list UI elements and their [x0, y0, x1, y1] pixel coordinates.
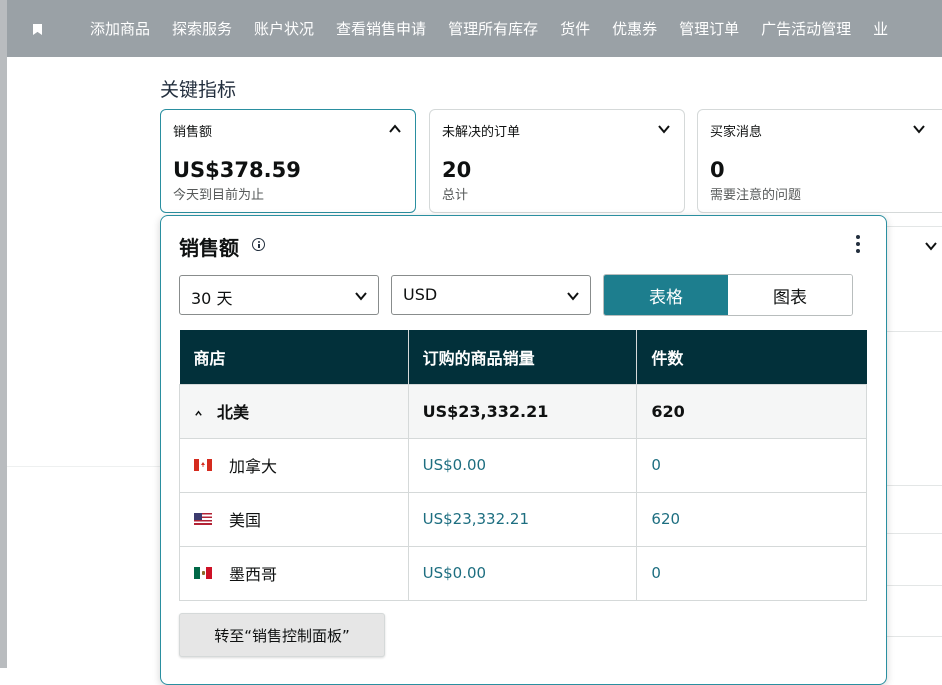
sales-value[interactable]: US$0.00: [407, 437, 638, 493]
divider: [887, 636, 942, 637]
table-row: 加拿大 US$0.00 0: [179, 437, 867, 493]
country-name: 美国: [229, 511, 262, 530]
metric-card-label: 买家消息: [710, 125, 763, 140]
units-value[interactable]: 0: [636, 437, 867, 493]
nav-item-manage-orders[interactable]: 管理订单: [679, 19, 739, 39]
column-header-store: 商店: [179, 330, 409, 384]
sales-popover: 销售额 30 天 USD 表格 图表 商店 订购的商品销量 件数 北美 US$2…: [160, 215, 887, 685]
nav-item-manage-inventory[interactable]: 管理所有库存: [448, 19, 538, 39]
sales-value[interactable]: US$0.00: [407, 545, 638, 601]
nav-item-shipments[interactable]: 货件: [560, 19, 590, 39]
country-cell: 加拿大: [179, 437, 409, 493]
divider: [887, 533, 942, 534]
nav-items: 添加商品 探索服务 账户状况 查看销售申请 管理所有库存 货件 优惠券 管理订单…: [90, 19, 910, 39]
units-value[interactable]: 0: [636, 545, 867, 601]
metric-card-value: 20: [442, 158, 472, 182]
sales-table: 商店 订购的商品销量 件数 北美 US$23,332.21 620 加拿大 US…: [179, 330, 867, 601]
bookmark-icon[interactable]: [33, 24, 42, 35]
column-header-units: 件数: [636, 330, 867, 384]
date-range-value: 30 天: [191, 289, 233, 308]
table-header-row: 商店 订购的商品销量 件数: [179, 330, 867, 384]
country-name: 墨西哥: [229, 565, 278, 584]
metric-card-sub: 今天到目前为止: [173, 188, 265, 203]
group-units: 620: [636, 383, 867, 439]
popover-title: 销售额: [179, 236, 239, 260]
table-row: 墨西哥 US$0.00 0: [179, 545, 867, 601]
country-cell: 墨西哥: [179, 545, 409, 601]
currency-value: USD: [403, 285, 438, 304]
metric-card-partial[interactable]: [884, 226, 942, 332]
metric-card-sub: 需要注意的问题: [710, 188, 802, 203]
divider: [7, 466, 160, 467]
units-value[interactable]: 620: [636, 491, 867, 547]
chevron-down-icon: [355, 292, 367, 301]
nav-item-sales-applications[interactable]: 查看销售申请: [336, 19, 426, 39]
canada-flag-icon: [194, 459, 212, 471]
view-toggle: 表格 图表: [603, 274, 853, 316]
nav-item-campaign-manager[interactable]: 广告活动管理: [761, 19, 851, 39]
us-flag-icon: [194, 513, 212, 525]
mexico-flag-icon: [194, 567, 212, 579]
metric-card-open-orders[interactable]: 未解决的订单 20 总计: [429, 109, 685, 213]
info-icon[interactable]: [252, 238, 265, 251]
key-metrics-title: 关键指标: [160, 79, 237, 101]
nav-item-add-product[interactable]: 添加商品: [90, 19, 150, 39]
table-row-group[interactable]: 北美 US$23,332.21 620: [179, 383, 867, 439]
nav-item-explore-services[interactable]: 探索服务: [172, 19, 232, 39]
country-name: 加拿大: [229, 457, 278, 476]
nav-item-coupons[interactable]: 优惠券: [612, 19, 657, 39]
metric-card-value: 0: [710, 158, 725, 182]
group-sales: US$23,332.21: [407, 383, 638, 439]
chevron-down-icon[interactable]: [657, 122, 671, 136]
left-edge: [0, 0, 7, 668]
chevron-down-icon[interactable]: [924, 239, 938, 253]
table-row: 美国 US$23,332.21 620: [179, 491, 867, 547]
top-navigation-bar: 添加商品 探索服务 账户状况 查看销售申请 管理所有库存 货件 优惠券 管理订单…: [7, 0, 942, 57]
country-cell: 美国: [179, 491, 409, 547]
metric-card-buyer-messages[interactable]: 买家消息 0 需要注意的问题: [697, 109, 942, 213]
chevron-down-icon: [567, 292, 579, 301]
currency-select[interactable]: USD: [391, 275, 591, 315]
nav-item-truncated[interactable]: 业: [873, 19, 888, 39]
column-header-sales: 订购的商品销量: [408, 330, 638, 384]
metric-card-label: 销售额: [173, 125, 213, 140]
metric-card-value: US$378.59: [173, 158, 301, 182]
go-to-sales-dashboard-button[interactable]: 转至“销售控制面板”: [179, 613, 385, 657]
chart-view-button[interactable]: 图表: [728, 275, 852, 315]
sales-value[interactable]: US$23,332.21: [407, 491, 638, 547]
chevron-down-icon[interactable]: [912, 122, 926, 136]
group-name: 北美: [217, 403, 250, 422]
chevron-up-icon[interactable]: [388, 122, 402, 136]
more-options-icon[interactable]: [856, 235, 860, 253]
nav-item-account-health[interactable]: 账户状况: [254, 19, 314, 39]
metric-card-sub: 总计: [442, 188, 469, 203]
chevron-up-icon[interactable]: [194, 409, 203, 418]
metric-card-sales[interactable]: 销售额 US$378.59 今天到目前为止: [160, 109, 416, 213]
metric-card-label: 未解决的订单: [442, 125, 521, 140]
date-range-select[interactable]: 30 天: [179, 275, 379, 315]
divider: [887, 485, 942, 486]
group-cell: 北美: [179, 383, 409, 439]
divider: [887, 585, 942, 586]
table-view-button[interactable]: 表格: [604, 275, 728, 315]
